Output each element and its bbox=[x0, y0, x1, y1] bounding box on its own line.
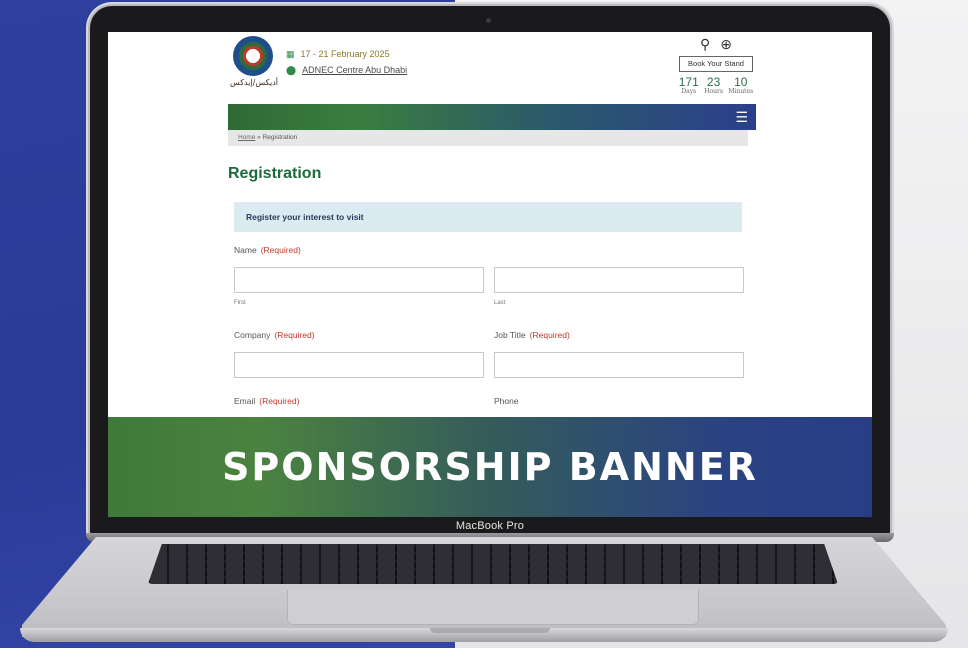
laptop-trackpad bbox=[287, 590, 699, 625]
location-pin-icon: ⬤ bbox=[286, 65, 297, 75]
last-sublabel: Last bbox=[494, 300, 506, 306]
required-marker: (Required) bbox=[529, 330, 570, 340]
countdown-hours: 23 Hours bbox=[704, 75, 723, 95]
sponsorship-banner[interactable]: SPONSORSHIP BANNER bbox=[108, 417, 872, 517]
banner-text: SPONSORSHIP BANNER bbox=[222, 445, 758, 489]
logo-text: أديكس/إيدكس bbox=[230, 78, 278, 87]
register-interest-notice: Register your interest to visit bbox=[234, 202, 742, 232]
event-date: 17 - 21 February 2025 bbox=[300, 49, 390, 59]
job-title-label: Job Title (Required) bbox=[494, 330, 570, 340]
required-marker: (Required) bbox=[260, 245, 301, 255]
breadcrumb-current: Registration bbox=[262, 134, 298, 141]
laptop-notch bbox=[430, 628, 550, 633]
event-date-row: ▦ 17 - 21 February 2025 bbox=[286, 46, 407, 62]
last-name-input[interactable] bbox=[494, 267, 744, 293]
page-title: Registration bbox=[228, 165, 322, 182]
laptop-lid: أديكس/إيدكس ▦ 17 - 21 February 2025 ⬤ ADNE… bbox=[90, 6, 890, 537]
main-navbar: ☰ bbox=[228, 104, 756, 130]
first-name-input[interactable] bbox=[234, 267, 484, 293]
job-title-input[interactable] bbox=[494, 352, 744, 378]
email-label: Email (Required) bbox=[234, 396, 300, 406]
logo-emblem-icon bbox=[233, 36, 273, 76]
laptop-screen: أديكس/إيدكس ▦ 17 - 21 February 2025 ⬤ ADNE… bbox=[108, 32, 872, 517]
event-logo[interactable]: أديكس/إيدكس bbox=[230, 34, 278, 94]
laptop-keyboard bbox=[148, 544, 838, 584]
globe-icon[interactable]: ⊕ bbox=[720, 36, 732, 53]
breadcrumb: Home » Registration bbox=[228, 130, 748, 146]
phone-label: Phone bbox=[494, 396, 519, 406]
countdown: 171 Days 23 Hours 10 Minutes bbox=[676, 76, 756, 95]
name-label: Name (Required) bbox=[234, 245, 301, 255]
device-brand-label: MacBook Pro bbox=[455, 520, 525, 532]
event-location-row[interactable]: ⬤ ADNEC Centre Abu Dhabi bbox=[286, 62, 407, 78]
book-stand-button[interactable]: Book Your Stand bbox=[679, 56, 753, 72]
required-marker: (Required) bbox=[274, 330, 315, 340]
countdown-minutes: 10 Minutes bbox=[728, 75, 754, 95]
hamburger-menu-icon[interactable]: ☰ bbox=[735, 109, 748, 126]
event-location-link[interactable]: ADNEC Centre Abu Dhabi bbox=[302, 65, 407, 75]
breadcrumb-separator: » bbox=[255, 134, 263, 141]
breadcrumb-home-link[interactable]: Home bbox=[238, 134, 255, 141]
company-label: Company (Required) bbox=[234, 330, 315, 340]
first-sublabel: First bbox=[234, 300, 246, 306]
countdown-days: 171 Days bbox=[678, 75, 699, 95]
required-marker: (Required) bbox=[259, 396, 300, 406]
company-input[interactable] bbox=[234, 352, 484, 378]
camera-icon bbox=[486, 18, 491, 23]
event-info: ▦ 17 - 21 February 2025 ⬤ ADNEC Centre Abu… bbox=[286, 46, 407, 78]
header-actions: ⚲ ⊕ Book Your Stand 171 Days 23 Hours 10 bbox=[676, 36, 756, 95]
search-icon[interactable]: ⚲ bbox=[700, 36, 710, 53]
calendar-icon: ▦ bbox=[286, 49, 295, 59]
